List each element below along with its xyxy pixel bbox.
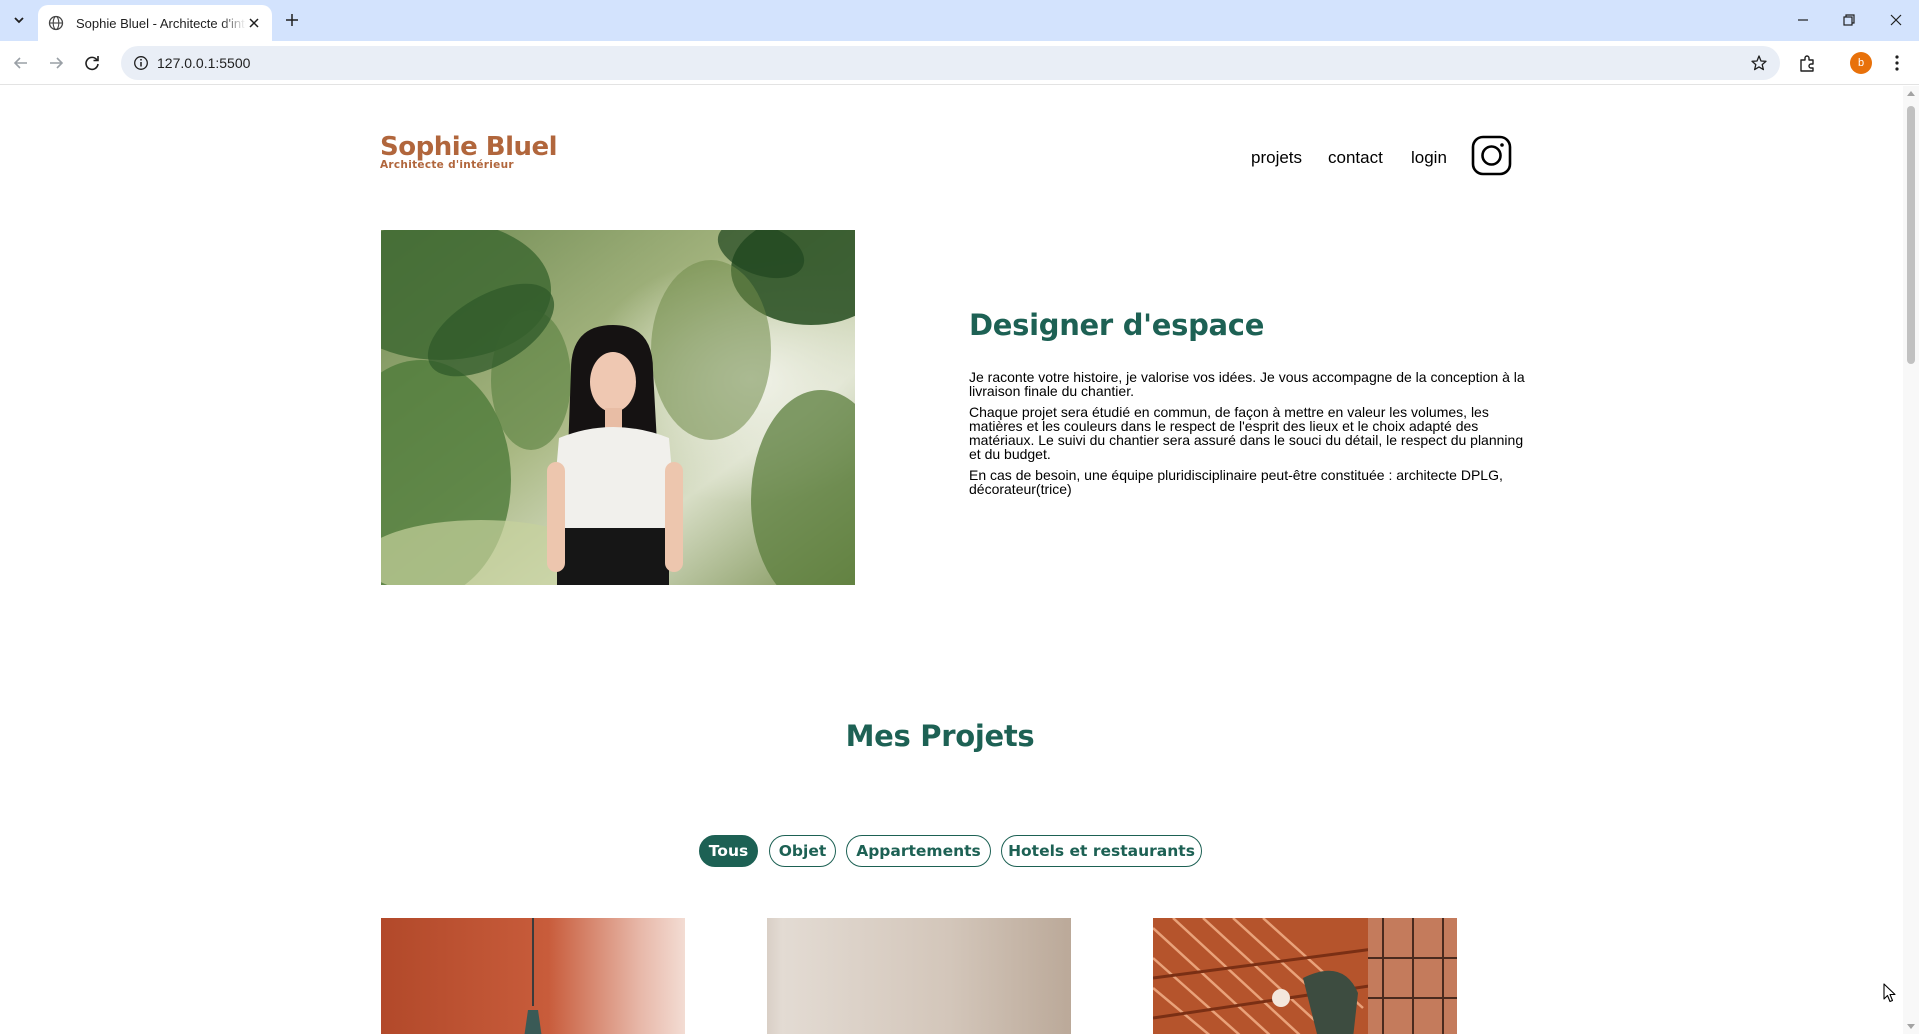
url-text: 127.0.0.1:5500 — [157, 55, 251, 71]
nav-login-link[interactable]: login — [1411, 148, 1447, 168]
intro-section: Designer d'espace Je raconte votre histo… — [969, 308, 1529, 503]
forward-icon[interactable] — [45, 52, 67, 74]
back-icon[interactable] — [10, 52, 32, 74]
scroll-up-icon[interactable] — [1907, 91, 1915, 96]
filter-objet-button[interactable]: Objet — [769, 835, 836, 867]
page-viewport: Sophie Bluel Architecte d'intérieur proj… — [0, 86, 1903, 1034]
intro-paragraph: Chaque projet sera étudié en commun, de … — [969, 404, 1524, 462]
star-icon[interactable] — [1750, 54, 1768, 72]
site-logo[interactable]: Sophie Bluel Architecte d'intérieur — [380, 132, 558, 171]
nav-projets-link[interactable]: projets — [1251, 148, 1302, 168]
extensions-icon[interactable] — [1796, 52, 1818, 74]
intro-title: Designer d'espace — [969, 308, 1265, 342]
tab-title: Sophie Bluel - Architecte d'intérieur — [76, 15, 246, 31]
browser-tab[interactable]: Sophie Bluel - Architecte d'intérieur — [38, 5, 272, 41]
gallery-item[interactable] — [1153, 918, 1457, 1034]
intro-paragraph: Je raconte votre histoire, je valorise v… — [969, 369, 1525, 399]
mouse-cursor-icon — [1883, 983, 1896, 1003]
restore-icon[interactable] — [1838, 9, 1860, 31]
reload-icon[interactable] — [81, 52, 103, 74]
intro-paragraph: En cas de besoin, une équipe pluridiscip… — [969, 467, 1503, 497]
brand-name: Sophie Bluel — [380, 132, 558, 162]
gallery-item[interactable] — [381, 918, 685, 1034]
minimize-icon[interactable] — [1792, 9, 1814, 31]
page-scrollbar[interactable] — [1903, 86, 1919, 1034]
instagram-icon[interactable] — [1471, 135, 1512, 176]
filter-tous-button[interactable]: Tous — [699, 835, 758, 867]
scrollbar-thumb[interactable] — [1907, 106, 1915, 364]
tab-list-icon[interactable] — [8, 8, 30, 32]
filter-appartements-button[interactable]: Appartements — [846, 835, 991, 867]
kebab-menu-icon[interactable] — [1886, 52, 1908, 74]
profile-avatar[interactable]: b — [1850, 52, 1872, 74]
projects-title: Mes Projets — [845, 719, 1035, 753]
close-window-icon[interactable] — [1885, 9, 1907, 31]
nav-contact-link[interactable]: contact — [1328, 148, 1383, 168]
browser-tab-strip: Sophie Bluel - Architecte d'intérieur — [0, 0, 1919, 41]
gallery-item[interactable] — [767, 918, 1071, 1034]
hero-portrait-image — [381, 230, 855, 585]
close-icon[interactable] — [246, 15, 262, 31]
browser-toolbar: 127.0.0.1:5500 — [0, 41, 1919, 85]
info-icon[interactable] — [133, 55, 149, 71]
scroll-down-icon[interactable] — [1907, 1024, 1915, 1029]
address-bar[interactable]: 127.0.0.1:5500 — [121, 46, 1780, 80]
filter-hotels-restaurants-button[interactable]: Hotels et restaurants — [1001, 835, 1202, 867]
globe-icon — [48, 15, 64, 31]
plus-icon[interactable] — [281, 9, 303, 31]
